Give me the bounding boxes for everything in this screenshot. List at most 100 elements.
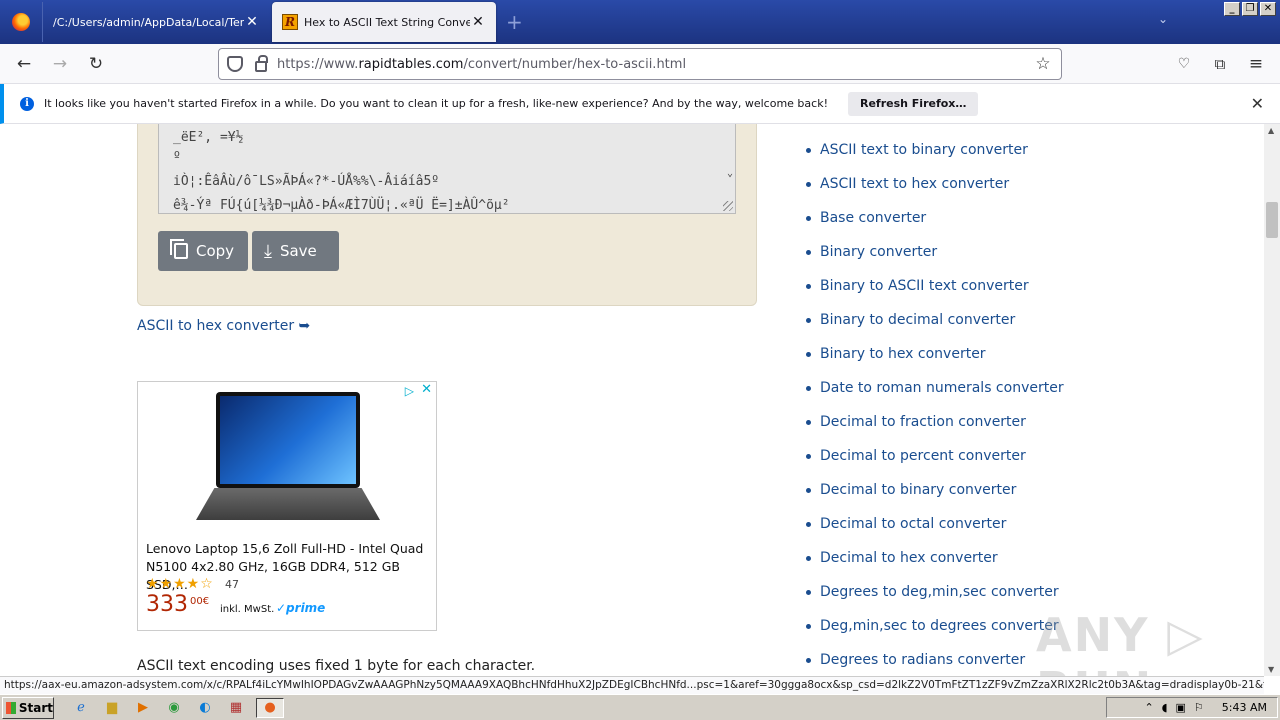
converter-panel: _ëE², =¥½ º iÒ¦:ÊâÂù/ô¯LS»ÃÞÁ«?*… [137,124,757,306]
firefox-icon [12,13,30,31]
page-scrollbar[interactable]: ▲ ▼ [1264,124,1280,676]
copy-button[interactable]: Copy [158,231,248,271]
pocket-icon[interactable]: ♡ [1172,52,1196,76]
article-paragraph: ASCII text encoding uses fixed 1 byte fo… [137,658,535,674]
output-line: iÒ¦:ÊâÂù/ô¯LS»ÃÞÁ«?*-ÚÅ%%\-Âi… [173,170,735,194]
restore-icon[interactable]: ❐ [1242,2,1258,16]
ascii-output-textarea[interactable]: _ëE², =¥½ º iÒ¦:ÊâÂù/ô¯LS»ÃÞÁ«?*… [158,124,736,214]
info-icon: i [20,97,34,111]
close-ad-icon[interactable]: ✕ [421,382,432,397]
media-player-icon[interactable]: ▶ [132,698,154,718]
anyrun-watermark: ANY ▷ RUN [1036,608,1264,676]
download-icon: ⤓ [264,241,272,262]
sidebar-link[interactable]: ASCII text to hex converter [806,167,1064,201]
scrollbar-thumb[interactable] [1266,202,1278,238]
navigation-toolbar: ← → ↻ https://www.rapidtables.com/conver… [0,44,1280,84]
start-label: Start [19,701,53,715]
scroll-down-icon[interactable]: ▼ [1268,665,1274,674]
sidebar-link[interactable]: Degrees to deg,min,sec converter [806,575,1064,609]
close-icon[interactable]: ✕ [470,14,486,30]
volume-icon[interactable]: ◖ [1162,701,1168,714]
bookmark-star-icon[interactable]: ☆ [1033,54,1053,74]
url-bar[interactable]: https://www.rapidtables.com/convert/numb… [218,48,1062,80]
url-prefix: https://www. [277,57,358,72]
hamburger-menu-icon[interactable]: ≡ [1244,52,1268,76]
sidebar-link[interactable]: Binary to ASCII text converter [806,269,1064,303]
firefox-taskbar-icon[interactable]: ● [256,698,284,718]
tab-title: /C:/Users/admin/AppData/Local/Temp/f [53,16,244,29]
url-text[interactable]: https://www.rapidtables.com/convert/numb… [277,57,1033,72]
folder-icon[interactable]: ▆ [101,698,123,718]
edge-icon[interactable]: ◐ [194,698,216,718]
resize-handle-icon[interactable] [723,201,733,211]
rapidtables-favicon-icon: R [282,14,298,30]
ascii-to-hex-link[interactable]: ASCII to hex converter ➥ [137,318,310,334]
sidebar-link[interactable]: Decimal to octal converter [806,507,1064,541]
amazon-ad[interactable]: ▷ ✕ Lenovo Laptop 15,6 Zoll Full-HD - In… [137,381,437,631]
save-button[interactable]: ⤓ Save [252,231,339,271]
related-converters-list: ASCII text to binary converter ASCII text… [806,133,1064,676]
system-tray: ⌃ ◖ ▣ ⚐ 5:43 AM [1106,697,1278,718]
sidebar-link[interactable]: Decimal to fraction converter [806,405,1064,439]
sidebar-link[interactable]: Decimal to percent converter [806,439,1064,473]
sidebar-link[interactable]: Deg,min,sec to degrees converter [806,609,1064,643]
flag-icon[interactable]: ⚐ [1194,701,1204,714]
rating-stars-icon: ★★★★☆ [146,576,214,592]
url-domain: rapidtables.com [358,57,463,72]
notification-message: It looks like you haven't started Firefo… [44,97,828,110]
close-window-icon[interactable]: ✕ [1260,2,1276,16]
close-icon[interactable]: ✕ [1251,94,1264,113]
chevron-down-icon[interactable]: ⌄ [727,162,733,186]
tab-local-file[interactable]: /C:/Users/admin/AppData/Local/Temp/f ✕ [42,2,270,42]
windows-logo-icon [6,702,16,714]
sidebar-link[interactable]: Date to roman numerals converter [806,371,1064,405]
sidebar-link[interactable]: ASCII text to binary converter [806,133,1064,167]
internet-explorer-icon[interactable]: ℯ [70,698,92,718]
start-button[interactable]: Start [2,697,54,719]
adchoices-icon[interactable]: ▷ [405,384,414,398]
sidebar-link[interactable]: Decimal to binary converter [806,473,1064,507]
firefox-menu-button[interactable] [0,0,42,44]
tab-title: Hex to ASCII Text String Converter [304,16,470,29]
new-tab-icon[interactable]: + [506,10,523,34]
tray-arrow-icon[interactable]: ⌃ [1144,701,1153,714]
refresh-firefox-button[interactable]: Refresh Firefox… [848,92,978,116]
sidebar-link[interactable]: Binary to hex converter [806,337,1064,371]
sidebar-link[interactable]: Decimal to hex converter [806,541,1064,575]
chevron-down-icon[interactable]: ⌄ [1158,12,1168,26]
sidebar-link[interactable]: Binary converter [806,235,1064,269]
copy-icon [174,243,188,259]
clock[interactable]: 5:43 AM [1222,701,1267,714]
ad-price: 333 [146,592,188,617]
output-line: º [173,146,735,170]
review-count: 47 [225,578,239,591]
sidebar-link[interactable]: Binary to decimal converter [806,303,1064,337]
forward-icon[interactable]: → [48,52,72,76]
extensions-icon[interactable]: ⧉ [1208,52,1232,76]
save-label: Save [280,242,317,260]
copy-label: Copy [196,242,234,260]
sidebar-link[interactable]: Degrees to radians converter [806,643,1064,676]
lock-icon[interactable] [255,61,267,72]
tab-hex-to-ascii[interactable]: R Hex to ASCII Text String Converter ✕ [272,2,496,42]
back-icon[interactable]: ← [12,52,36,76]
chrome-icon[interactable]: ◉ [163,698,185,718]
output-line: ê¾-Ýª FÚ{ú[¼¾Ð¬µÀð-ÞÁ«ÆÌ 7ÙÜ¦. «ª Ü Ë=]±… [173,194,735,214]
refresh-firefox-notification: i It looks like you haven't started Fire… [0,84,1280,124]
network-icon[interactable]: ▣ [1176,701,1186,714]
minimize-icon[interactable]: _ [1224,2,1240,16]
app-grid-icon[interactable]: ▦ [225,698,247,718]
ad-tax-note: inkl. MwSt. [220,604,274,615]
tracking-shield-icon[interactable] [227,56,243,72]
laptop-product-image[interactable] [196,392,380,520]
sidebar-link[interactable]: Base converter [806,201,1064,235]
close-icon[interactable]: ✕ [244,14,260,30]
status-link-url: https://aax-eu.amazon-adsystem.com/x/c/R… [0,676,1264,694]
reload-icon[interactable]: ↻ [84,52,108,76]
prime-badge: ✓prime [276,601,325,615]
laptop-base [196,488,380,520]
laptop-screen [216,392,360,488]
taskbar: Start ℯ ▆ ▶ ◉ ◐ ▦ ● ⌃ ◖ ▣ ⚐ 5:43 AM [0,694,1280,720]
page-content: _ëE², =¥½ º iÒ¦:ÊâÂù/ô¯LS»ÃÞÁ«?*… [0,124,1264,676]
scroll-up-icon[interactable]: ▲ [1268,126,1274,135]
